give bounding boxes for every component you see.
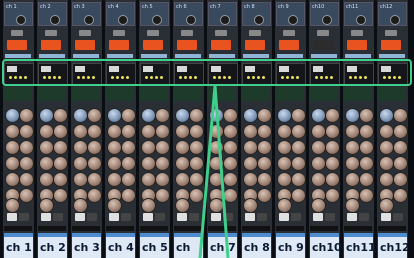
callout-line (198, 85, 230, 258)
mixer-overview: ch 1 ch 1 ch 2 ch 2 ch 3 ch 3 ch 4 ch 4 ch 5 ch 5… (0, 0, 414, 258)
